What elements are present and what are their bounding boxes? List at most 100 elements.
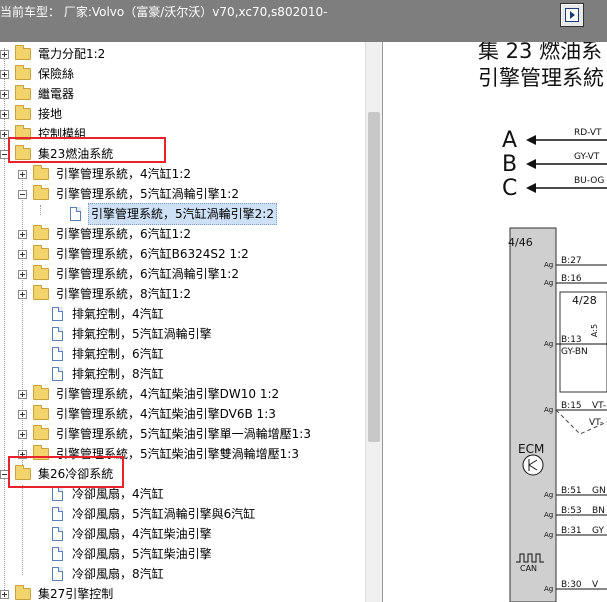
pin-number-label: B:53: [561, 506, 582, 516]
connector-letter-a: A: [502, 128, 518, 153]
expand-plus-icon[interactable]: [18, 249, 27, 259]
wiring-diagram-pane: 集 23 燃油系 引擎管理系統 A B C RD-VT GY-VT BU-OG …: [384, 42, 607, 602]
tree-item-label: 冷卻風扇，5汽缸柴油引擎: [72, 547, 212, 561]
tree-scrollbar[interactable]: [365, 42, 382, 602]
next-page-button[interactable]: [560, 3, 584, 27]
highlight-box-cooling-system: [8, 456, 124, 488]
document-icon: [52, 367, 63, 381]
pin-number-label: B:13: [561, 335, 582, 345]
pin-wire-color-label: GY-BN: [561, 347, 588, 357]
tree-folder-item[interactable]: 引擎管理系統，4汽缸1:2: [18, 164, 193, 184]
tree-folder-item[interactable]: 電力分配1:2: [0, 44, 107, 64]
pin-prefix-label: Ag: [544, 511, 554, 519]
module-name: ECM: [518, 442, 545, 456]
pin-number-label: B:30: [561, 580, 582, 590]
arrow-head-c: [526, 183, 536, 193]
expand-plus-icon[interactable]: [0, 589, 9, 599]
folder-icon: [15, 45, 31, 60]
tree-item-label: 接地: [38, 107, 63, 121]
pin-prefix-label: Ag: [544, 340, 554, 348]
tree-folder-item[interactable]: 保險絲: [0, 64, 76, 84]
tree-folder-item[interactable]: 引擎管理系統，5汽缸渦輪引擎1:2: [18, 184, 241, 204]
pin-number-label: B:16: [561, 274, 582, 284]
sub-module-ref: 4/28: [572, 294, 597, 307]
document-icon: [70, 207, 81, 221]
collapse-minus-icon[interactable]: [18, 189, 27, 199]
folder-icon: [33, 285, 49, 300]
tree-folder-item[interactable]: 引擎管理系統，6汽缸1:2: [18, 224, 193, 244]
connector-letter-c: C: [502, 176, 518, 201]
pin-wire-color-label: VT-: [592, 401, 607, 411]
expand-plus-icon[interactable]: [18, 169, 27, 179]
tree-document-item[interactable]: 排氣控制，6汽缸: [52, 344, 166, 364]
folder-icon: [33, 245, 49, 260]
folder-icon: [33, 385, 49, 400]
tree-document-item[interactable]: 排氣控制，5汽缸渦輪引擎: [52, 324, 214, 344]
pin-number-label: B:31: [561, 526, 582, 536]
tree-folder-item[interactable]: 引擎管理系統，5汽缸柴油引擎單一渦輪增壓1:3: [18, 424, 313, 444]
expand-plus-icon[interactable]: [18, 289, 27, 299]
folder-icon: [15, 85, 31, 100]
transistor-symbol: [522, 454, 544, 476]
pin-prefix-label: Ag: [544, 531, 554, 539]
tree-guide-line: [22, 485, 23, 575]
tree-folder-item[interactable]: 引擎管理系統，6汽缸渦輪引擎1:2: [18, 264, 241, 284]
tree-folder-item[interactable]: 集27引擎控制: [0, 584, 115, 602]
tree-document-item[interactable]: 排氣控制，8汽缸: [52, 364, 166, 384]
tree-document-item[interactable]: 冷卻風扇，5汽缸柴油引擎: [52, 544, 214, 564]
wire-label-a: RD-VT: [574, 128, 602, 138]
expand-plus-icon[interactable]: [0, 109, 9, 119]
tree-folder-item[interactable]: 引擎管理系統，4汽缸柴油引擎DW10 1:2: [18, 384, 281, 404]
document-icon: [52, 527, 63, 541]
expand-plus-icon[interactable]: [0, 49, 9, 59]
tree-document-item[interactable]: 排氣控制，4汽缸: [52, 304, 166, 324]
vt-label: VT-: [589, 418, 604, 428]
tree-item-label: 引擎管理系統，6汽缸B6324S2 1:2: [56, 247, 249, 261]
tree-document-item[interactable]: 引擎管理系統，5汽缸渦輪引擎2:2: [70, 203, 277, 225]
tree-folder-item[interactable]: 引擎管理系統，6汽缸B6324S2 1:2: [18, 244, 251, 264]
tree-folder-item[interactable]: 接地: [0, 104, 64, 124]
expand-plus-icon[interactable]: [18, 269, 27, 279]
connector-letter-b: B: [502, 152, 518, 177]
tree-item-label: 排氣控制，5汽缸渦輪引擎: [72, 327, 212, 341]
expand-plus-icon[interactable]: [18, 429, 27, 439]
wire-label-b: GY-VT: [574, 152, 600, 162]
tree-item-label: 冷卻風扇，8汽缸: [72, 567, 164, 581]
tree-item-label: 冷卻風扇，4汽缸柴油引擎: [72, 527, 212, 541]
folder-icon: [15, 105, 31, 120]
tree-document-item[interactable]: 冷卻風扇，5汽缸渦輪引擎與6汽缸: [52, 504, 257, 524]
folder-icon: [33, 265, 49, 280]
module-ref: 4/46: [508, 236, 533, 249]
tree-item-label: 引擎管理系統，6汽缸渦輪引擎1:2: [56, 267, 239, 281]
tree-guide-line: [40, 205, 41, 215]
tree-document-item[interactable]: 冷卻風扇，4汽缸柴油引擎: [52, 524, 214, 544]
expand-plus-icon[interactable]: [18, 409, 27, 419]
pin-prefix-label: Ag: [544, 491, 554, 499]
expand-plus-icon[interactable]: [0, 89, 9, 99]
tree-item-label: 引擎管理系統，8汽缸1:2: [56, 287, 191, 301]
tree-document-item[interactable]: 冷卻風扇，8汽缸: [52, 564, 166, 584]
folder-icon: [15, 585, 31, 600]
document-icon: [52, 567, 63, 581]
arrow-head-a: [526, 135, 536, 145]
tree-item-label: 引擎管理系統，4汽缸柴油引擎DW10 1:2: [56, 387, 280, 401]
document-icon: [52, 487, 63, 501]
pin-number-label: B:51: [561, 486, 582, 496]
folder-icon: [33, 425, 49, 440]
folder-icon: [33, 405, 49, 420]
expand-plus-icon[interactable]: [18, 229, 27, 239]
window-title: 当前车型： 厂家:Volvo（富豪/沃尔沃）v70,xc70,s802010-: [0, 5, 328, 19]
tree-view[interactable]: 電力分配1:2 保險絲 繼電器 接地 控制模組 集23燃油系統 引擎管理系統，4汽缸1:2 引…: [0, 42, 383, 602]
pin-prefix-label: Ag: [544, 279, 554, 287]
tree-folder-item[interactable]: 繼電器: [0, 84, 76, 104]
document-icon: [52, 307, 63, 321]
expand-plus-icon[interactable]: [18, 389, 27, 399]
tree-folder-item[interactable]: 引擎管理系統，4汽缸柴油引擎DV6B 1:3: [18, 404, 278, 424]
expand-plus-icon[interactable]: [0, 69, 9, 79]
arrow-head-b: [526, 159, 536, 169]
scrollbar-thumb[interactable]: [368, 112, 380, 442]
document-icon: [52, 507, 63, 521]
can-label: CAN: [520, 564, 538, 573]
tree-folder-item[interactable]: 引擎管理系統，8汽缸1:2: [18, 284, 193, 304]
pin-prefix-label: Ag: [544, 585, 554, 593]
